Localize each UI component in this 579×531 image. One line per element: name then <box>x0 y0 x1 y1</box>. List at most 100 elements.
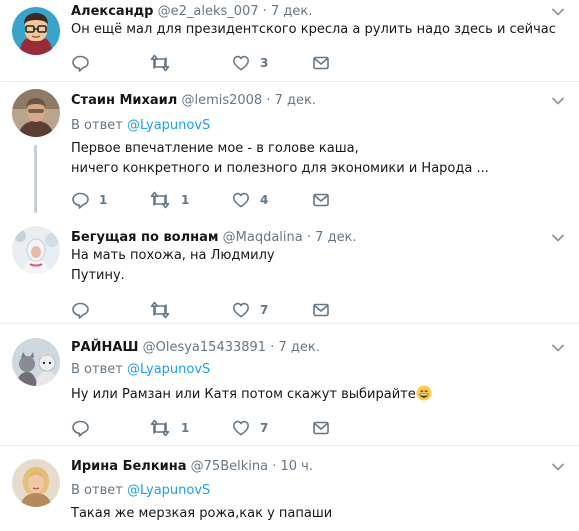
retweet-count: 1 <box>181 421 190 435</box>
timestamp[interactable]: 7 дек. <box>275 93 316 108</box>
like-count: 4 <box>260 193 269 207</box>
reply-context: В ответ @LyapunovS <box>71 118 210 134</box>
separator-dot: · <box>266 93 271 108</box>
like-icon <box>232 419 250 437</box>
tweet-text-line: Путину. <box>71 268 125 283</box>
reply-context: В ответ @LyapunovS <box>71 362 210 378</box>
like-button[interactable]: 7 <box>232 419 268 437</box>
author-name[interactable]: Александр <box>71 4 154 19</box>
author-handle[interactable]: @Olesya15433891 <box>143 340 266 355</box>
avatar[interactable] <box>12 459 60 507</box>
reply-icon <box>71 54 89 72</box>
like-icon <box>232 54 250 72</box>
dm-icon <box>312 54 330 72</box>
timestamp[interactable]: 7 дек. <box>279 340 320 355</box>
author-handle[interactable]: @lemis2008 <box>181 93 262 108</box>
tweet-text-line: Он ещё мал для президентского кресла а р… <box>71 22 556 37</box>
chevron-down-icon[interactable] <box>551 7 565 17</box>
dm-button[interactable] <box>312 419 330 437</box>
grinning-face-emoji <box>416 385 432 401</box>
avatar[interactable] <box>12 338 60 386</box>
chevron-down-icon[interactable] <box>551 343 565 353</box>
like-icon <box>232 191 250 209</box>
reply-to-link[interactable]: @LyapunovS <box>127 483 210 498</box>
author-name[interactable]: Стаин Михаил <box>71 93 177 108</box>
dm-icon <box>312 191 330 209</box>
avatar[interactable] <box>12 7 60 55</box>
reply-button[interactable] <box>71 54 99 72</box>
tweet[interactable]: Стаин Михаил @lemis2008 · 7 дек. В ответ… <box>0 82 579 218</box>
tweet[interactable]: РАЙНАШ @Olesya15433891 · 7 дек. В ответ … <box>0 324 579 445</box>
tweet-feed: Александр @e2_aleks_007 · 7 дек. Он ещё … <box>0 0 579 531</box>
avatar[interactable] <box>12 226 60 274</box>
dm-button[interactable] <box>312 54 330 72</box>
avatar[interactable] <box>12 89 60 137</box>
tweet-text-content: Ну или Рамзан или Катя потом скажут выби… <box>71 387 416 402</box>
thread-connector <box>34 145 37 213</box>
like-count: 3 <box>260 56 269 70</box>
reply-prefix: В ответ <box>71 118 123 133</box>
like-count: 7 <box>260 303 269 317</box>
like-button[interactable]: 4 <box>232 191 268 209</box>
tweet[interactable]: Бегущая по волнам @Maqdalina · 7 дек. На… <box>0 218 579 323</box>
retweet-button[interactable]: 1 <box>149 419 189 437</box>
tweet-text: На мать похожа, на Людмилу Путину. <box>71 246 275 286</box>
author-name[interactable]: Ирина Белкина <box>71 459 187 474</box>
retweet-icon <box>149 301 171 319</box>
tweet-text-line: Ну или Рамзан или Катя потом скажут выби… <box>71 385 432 405</box>
tweet-actions: 7 <box>71 301 341 319</box>
tweet-text: Ну или Рамзан или Катя потом скажут выби… <box>71 385 432 405</box>
tweet-text-line: Первое впечатление мое - в голове каша, <box>71 141 359 156</box>
reply-button[interactable] <box>71 419 99 437</box>
separator-dot: · <box>262 4 267 19</box>
author-name[interactable]: Бегущая по волнам <box>71 230 219 245</box>
reply-prefix: В ответ <box>71 483 123 498</box>
retweet-icon <box>149 191 171 209</box>
separator-dot: · <box>272 459 277 474</box>
retweet-button[interactable] <box>149 301 181 319</box>
separator-dot: · <box>306 230 312 245</box>
retweet-icon <box>149 54 171 72</box>
reply-count: 1 <box>99 193 108 207</box>
dm-button[interactable] <box>312 301 330 319</box>
timestamp[interactable]: 7 дек. <box>315 230 356 245</box>
author-handle[interactable]: @e2_aleks_007 <box>158 4 259 19</box>
reply-icon <box>71 191 89 209</box>
retweet-count: 1 <box>181 193 190 207</box>
author-handle[interactable]: @75Belkina <box>191 459 268 474</box>
reply-icon <box>71 301 89 319</box>
separator-dot: · <box>270 340 275 355</box>
retweet-button[interactable] <box>149 54 181 72</box>
reply-icon <box>71 419 89 437</box>
reply-prefix: В ответ <box>71 362 123 377</box>
timestamp[interactable]: 10 ч. <box>281 459 314 474</box>
dm-button[interactable] <box>312 191 330 209</box>
author-name[interactable]: РАЙНАШ <box>71 340 138 355</box>
tweet-text-line: ничего конкретного и полезного для эконо… <box>71 161 489 176</box>
reply-button[interactable]: 1 <box>71 191 107 209</box>
tweet-text-line: На мать похожа, на Людмилу <box>71 248 275 263</box>
tweet-text: Такая же мерзкая рожа,как у папаши <box>71 504 332 524</box>
chevron-down-icon[interactable] <box>551 96 565 106</box>
reply-to-link[interactable]: @LyapunovS <box>127 118 210 133</box>
tweet-actions: 1 7 <box>71 419 341 437</box>
dm-icon <box>312 419 330 437</box>
like-icon <box>232 301 250 319</box>
tweet-actions: 1 1 4 <box>71 191 341 209</box>
tweet-text: Первое впечатление мое - в голове каша, … <box>71 139 489 179</box>
tweet[interactable]: Александр @e2_aleks_007 · 7 дек. Он ещё … <box>0 0 579 79</box>
timestamp[interactable]: 7 дек. <box>271 4 312 19</box>
retweet-icon <box>149 419 171 437</box>
tweet[interactable]: Ирина Белкина @75Belkina · 10 ч. В ответ… <box>0 446 579 531</box>
like-button[interactable]: 3 <box>232 54 268 72</box>
chevron-down-icon[interactable] <box>551 233 565 243</box>
like-button[interactable]: 7 <box>232 301 268 319</box>
like-count: 7 <box>260 421 269 435</box>
chevron-down-icon[interactable] <box>551 462 565 472</box>
reply-to-link[interactable]: @LyapunovS <box>127 362 210 377</box>
author-handle[interactable]: @Maqdalina <box>223 230 303 245</box>
reply-button[interactable] <box>71 301 99 319</box>
dm-icon <box>312 301 330 319</box>
retweet-button[interactable]: 1 <box>149 191 189 209</box>
reply-context: В ответ @LyapunovS <box>71 483 210 499</box>
